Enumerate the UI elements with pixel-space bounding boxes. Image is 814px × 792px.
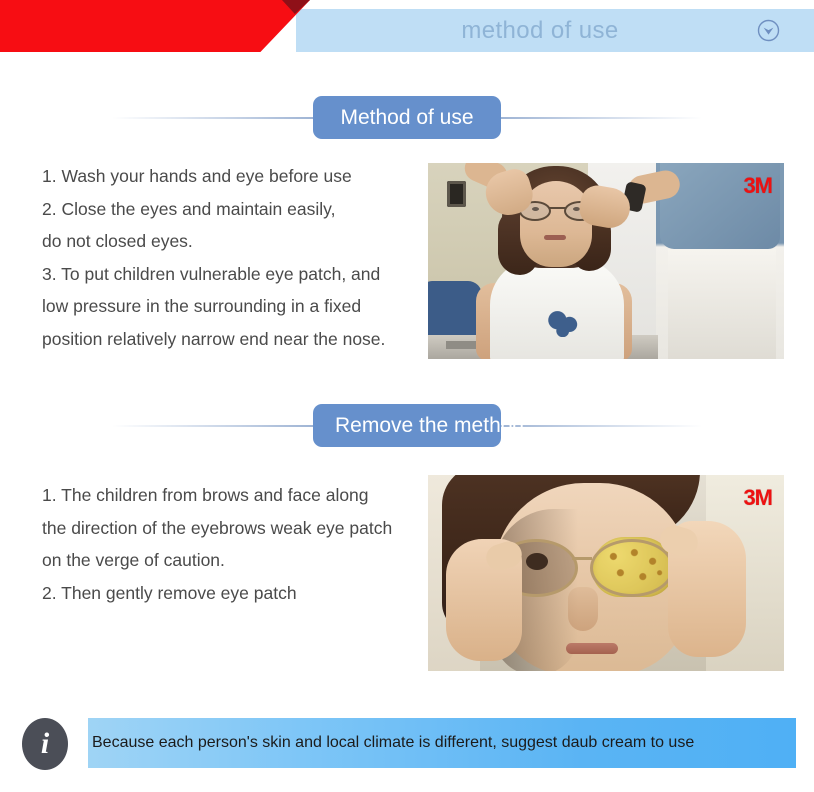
photo-glasses-lens-right xyxy=(590,539,674,597)
photo-fitting-glasses: 3M xyxy=(428,163,784,359)
instruction-line: 2. Then gently remove eye patch xyxy=(42,582,297,603)
instruction-line: do not closed eyes. xyxy=(42,231,193,251)
chevron-down-circle-icon[interactable] xyxy=(757,19,780,42)
section-badge-remove-the-method: Remove the method xyxy=(313,404,524,447)
instruction-line: low pressure in the surrounding in a fix… xyxy=(42,296,362,316)
page-header: method of use xyxy=(0,0,814,56)
photo-child-nose xyxy=(568,587,598,631)
divider-line-left xyxy=(112,117,324,119)
instruction-line: 1. Wash your hands and eye before use xyxy=(42,166,352,186)
notice-text: Because each person's skin and local cli… xyxy=(92,734,695,751)
page-title: method of use xyxy=(461,17,619,44)
instruction-line: the direction of the eyebrows weak eye p… xyxy=(42,517,393,538)
section-header-method-of-use: Method of use xyxy=(0,96,814,140)
instructions-list-remove-the-method: 1. The children from brows and face alon… xyxy=(42,479,427,609)
divider-line-right xyxy=(490,117,702,119)
header-red-banner xyxy=(0,0,310,52)
photo-child-mouth xyxy=(566,643,618,654)
section-badge-method-of-use: Method of use xyxy=(313,96,501,139)
section-header-remove-the-method: Remove the method xyxy=(0,404,814,448)
instruction-line: position relatively narrow end near the … xyxy=(42,328,386,349)
info-icon: i xyxy=(22,718,68,770)
photo-shirt-print xyxy=(546,309,584,337)
photo-child-glasses xyxy=(494,539,682,597)
photo-wall-outlet xyxy=(447,181,466,207)
info-icon-glyph: i xyxy=(40,727,50,760)
instruction-line: on the verge of caution. xyxy=(42,550,225,570)
brand-watermark-3m: 3M xyxy=(743,485,773,510)
photo-glasses-bridge xyxy=(572,557,592,560)
photo-adult-pants xyxy=(668,249,776,359)
instruction-line: 2. Close the eyes and maintain easily, xyxy=(42,198,336,219)
photo-child-mouth xyxy=(544,235,566,240)
brand-watermark-3m: 3M xyxy=(743,173,773,198)
photo-eye-patch-closeup: 3M xyxy=(428,475,784,671)
instruction-line: 3. To put children vulnerable eye patch,… xyxy=(42,263,381,284)
instructions-list-method-of-use: 1. Wash your hands and eye before use 2.… xyxy=(42,160,427,355)
photo-glasses-bridge xyxy=(549,207,566,209)
divider-line-left xyxy=(112,425,324,427)
instruction-line: 1. The children from brows and face alon… xyxy=(42,485,369,505)
